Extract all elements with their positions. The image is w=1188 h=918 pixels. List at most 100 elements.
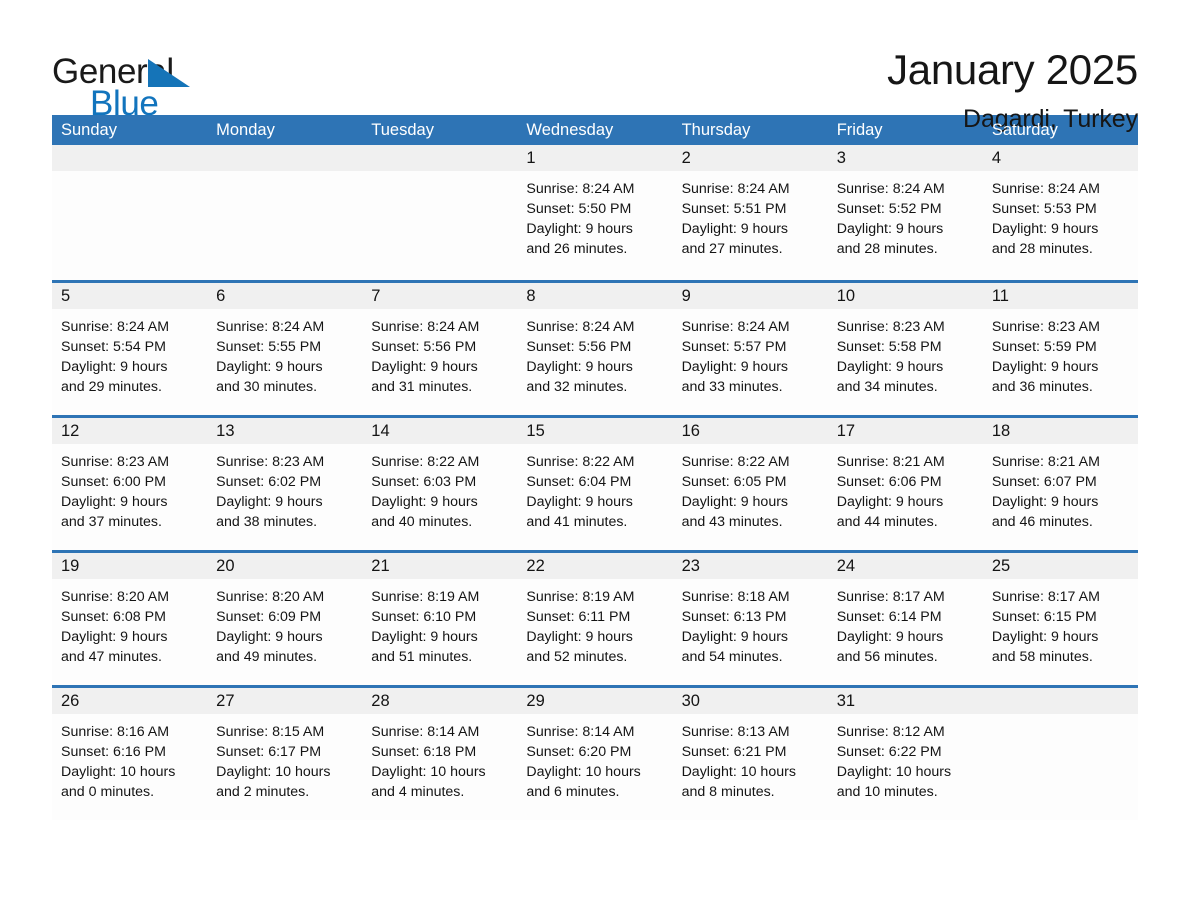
daylight-duration-line2: and 30 minutes. [216,379,318,395]
sunset-time: Sunset: 6:16 PM [61,744,166,760]
sunrise-time: Sunrise: 8:23 AM [216,454,325,470]
calendar-day-cell[interactable]: 31 Sunrise: 8:12 AM Sunset: 6:22 PM Dayligh… [827,688,983,820]
day-details: Sunrise: 8:20 AM Sunset: 6:08 PM Daylight:… [52,579,207,667]
sunrise-time: Sunrise: 8:16 AM [61,724,170,740]
calendar-day-cell[interactable]: 24 Sunrise: 8:17 AM Sunset: 6:14 PM Dayligh… [827,553,983,685]
daylight-duration-line2: and 36 minutes. [991,379,1093,395]
sunset-time: Sunset: 5:53 PM [991,201,1097,217]
calendar-day-cell[interactable]: 13 Sunrise: 8:23 AM Sunset: 6:02 PM Dayligh… [207,418,363,550]
weekday-header-saturday: Saturday [991,121,1058,139]
sunrise-time: Sunrise: 8:23 AM [991,319,1100,335]
calendar-day-cell[interactable]: 11 Sunrise: 8:23 AM Sunset: 5:59 PM Dayligh… [982,283,1138,415]
sunset-time: Sunset: 6:07 PM [991,474,1097,490]
sunrise-time: Sunrise: 8:23 AM [836,319,945,335]
daylight-duration-line2: and 43 minutes. [681,514,783,530]
day-details: Sunrise: 8:14 AM Sunset: 6:20 PM Daylight:… [517,714,672,802]
calendar-day-cell[interactable]: 7 Sunrise: 8:24 AM Sunset: 5:56 PM Daylight… [362,283,518,415]
daylight-duration-line2: and 10 minutes. [836,784,938,800]
calendar-day-cell[interactable]: 21 Sunrise: 8:19 AM Sunset: 6:10 PM Dayligh… [362,553,518,685]
sunset-time: Sunset: 5:52 PM [836,201,942,217]
calendar-day-cell[interactable]: 1 Sunrise: 8:24 AM Sunset: 5:50 PM Daylight… [517,145,673,280]
daylight-duration-line1: Daylight: 10 hours [216,764,331,780]
day-details: Sunrise: 8:13 AM Sunset: 6:21 PM Daylight:… [673,714,828,802]
day-details: Sunrise: 8:24 AM Sunset: 5:57 PM Daylight:… [673,309,828,397]
calendar-day-cell[interactable]: 16 Sunrise: 8:22 AM Sunset: 6:05 PM Dayligh… [672,418,828,550]
sunrise-time: Sunrise: 8:17 AM [991,589,1100,605]
calendar-day-cell[interactable]: 25 Sunrise: 8:17 AM Sunset: 6:15 PM Dayligh… [982,553,1138,685]
day-details: Sunrise: 8:15 AM Sunset: 6:17 PM Daylight:… [207,714,362,802]
sunrise-time: Sunrise: 8:14 AM [526,724,635,740]
day-details: Sunrise: 8:23 AM Sunset: 5:58 PM Daylight:… [828,309,983,397]
daylight-duration-line1: Daylight: 10 hours [371,764,486,780]
day-details: Sunrise: 8:24 AM Sunset: 5:50 PM Daylight:… [517,171,672,259]
daylight-duration-line2: and 4 minutes. [371,784,465,800]
calendar-day-cell[interactable]: 6 Sunrise: 8:24 AM Sunset: 5:55 PM Daylight… [207,283,363,415]
sunrise-time: Sunrise: 8:24 AM [681,181,790,197]
calendar-day-cell[interactable]: 20 Sunrise: 8:20 AM Sunset: 6:09 PM Dayligh… [207,553,363,685]
page-header: General Blue January 2025 Dagardi, Turke… [0,0,1188,132]
calendar-day-cell[interactable]: 22 Sunrise: 8:19 AM Sunset: 6:11 PM Dayligh… [517,553,673,685]
day-number: 28 [362,688,518,714]
day-details: Sunrise: 8:24 AM Sunset: 5:56 PM Daylight:… [362,309,517,397]
sunrise-time: Sunrise: 8:24 AM [61,319,170,335]
day-details: Sunrise: 8:21 AM Sunset: 6:07 PM Daylight:… [983,444,1138,532]
sunrise-time: Sunrise: 8:24 AM [836,181,945,197]
sunrise-time: Sunrise: 8:24 AM [371,319,480,335]
calendar-day-cell[interactable]: 2 Sunrise: 8:24 AM Sunset: 5:51 PM Daylight… [672,145,828,280]
sunrise-time: Sunrise: 8:14 AM [371,724,480,740]
calendar-day-cell[interactable]: 3 Sunrise: 8:24 AM Sunset: 5:52 PM Daylight… [827,145,983,280]
calendar-day-cell[interactable]: 23 Sunrise: 8:18 AM Sunset: 6:13 PM Dayligh… [672,553,828,685]
calendar-day-cell[interactable]: 30 Sunrise: 8:13 AM Sunset: 6:21 PM Dayligh… [672,688,828,820]
calendar-weeks: 1 Sunrise: 8:24 AM Sunset: 5:50 PM Daylight… [52,145,1138,820]
calendar-day-cell[interactable]: 17 Sunrise: 8:21 AM Sunset: 6:06 PM Dayligh… [827,418,983,550]
weekday-header-monday: Monday [216,121,275,139]
day-details: Sunrise: 8:16 AM Sunset: 6:16 PM Daylight:… [52,714,207,802]
day-number: 25 [982,553,1138,579]
daylight-duration-line2: and 41 minutes. [526,514,628,530]
calendar-day-cell[interactable]: 27 Sunrise: 8:15 AM Sunset: 6:17 PM Dayligh… [207,688,363,820]
sunset-time: Sunset: 5:56 PM [526,339,632,355]
calendar-day-cell[interactable]: 14 Sunrise: 8:22 AM Sunset: 6:03 PM Dayligh… [362,418,518,550]
calendar-day-cell[interactable]: 4 Sunrise: 8:24 AM Sunset: 5:53 PM Daylight… [982,145,1138,280]
daylight-duration-line2: and 0 minutes. [61,784,155,800]
daylight-duration-line1: Daylight: 9 hours [526,629,633,645]
daylight-duration-line1: Daylight: 9 hours [61,629,168,645]
daylight-duration-line1: Daylight: 9 hours [991,629,1099,645]
calendar-day-cell[interactable]: 29 Sunrise: 8:14 AM Sunset: 6:20 PM Dayligh… [517,688,673,820]
calendar-day-cell-empty [207,145,363,280]
calendar-page: General Blue January 2025 Dagardi, Turke… [0,0,1188,918]
calendar-day-cell[interactable]: 28 Sunrise: 8:14 AM Sunset: 6:18 PM Dayligh… [362,688,518,820]
daylight-duration-line2: and 34 minutes. [836,379,938,395]
calendar-day-cell[interactable]: 12 Sunrise: 8:23 AM Sunset: 6:00 PM Dayligh… [52,418,208,550]
calendar-day-cell[interactable]: 19 Sunrise: 8:20 AM Sunset: 6:08 PM Dayligh… [52,553,208,685]
sunrise-time: Sunrise: 8:24 AM [526,319,635,335]
sunrise-time: Sunrise: 8:15 AM [216,724,325,740]
sunset-time: Sunset: 5:51 PM [681,201,787,217]
calendar-day-cell[interactable]: 26 Sunrise: 8:16 AM Sunset: 6:16 PM Dayligh… [52,688,208,820]
daylight-duration-line2: and 31 minutes. [371,379,473,395]
sunrise-time: Sunrise: 8:19 AM [371,589,480,605]
calendar-day-cell[interactable]: 18 Sunrise: 8:21 AM Sunset: 6:07 PM Dayligh… [982,418,1138,550]
day-number: 22 [517,553,673,579]
calendar-day-cell[interactable]: 15 Sunrise: 8:22 AM Sunset: 6:04 PM Dayligh… [517,418,673,550]
daylight-duration-line2: and 6 minutes. [526,784,620,800]
calendar-day-cell[interactable]: 9 Sunrise: 8:24 AM Sunset: 5:57 PM Daylight… [672,283,828,415]
day-details: Sunrise: 8:14 AM Sunset: 6:18 PM Daylight:… [362,714,517,802]
sunset-time: Sunset: 6:15 PM [991,609,1097,625]
calendar-day-cell[interactable]: 5 Sunrise: 8:24 AM Sunset: 5:54 PM Daylight… [52,283,208,415]
daylight-duration-line1: Daylight: 9 hours [216,494,323,510]
daylight-duration-line2: and 28 minutes. [836,241,938,257]
sunrise-time: Sunrise: 8:22 AM [681,454,790,470]
sunrise-time: Sunrise: 8:20 AM [216,589,325,605]
calendar-day-cell[interactable]: 10 Sunrise: 8:23 AM Sunset: 5:58 PM Dayligh… [827,283,983,415]
day-details: Sunrise: 8:23 AM Sunset: 5:59 PM Daylight:… [983,309,1138,397]
sunrise-time: Sunrise: 8:24 AM [681,319,790,335]
daylight-duration-line1: Daylight: 9 hours [216,359,323,375]
daylight-duration-line2: and 54 minutes. [681,649,783,665]
generalblue-logo[interactable]: General Blue [52,46,198,121]
sunset-time: Sunset: 5:57 PM [681,339,787,355]
day-number: 10 [827,283,983,309]
sunrise-time: Sunrise: 8:24 AM [216,319,325,335]
calendar-day-cell[interactable]: 8 Sunrise: 8:24 AM Sunset: 5:56 PM Daylight… [517,283,673,415]
daylight-duration-line1: Daylight: 9 hours [991,359,1099,375]
